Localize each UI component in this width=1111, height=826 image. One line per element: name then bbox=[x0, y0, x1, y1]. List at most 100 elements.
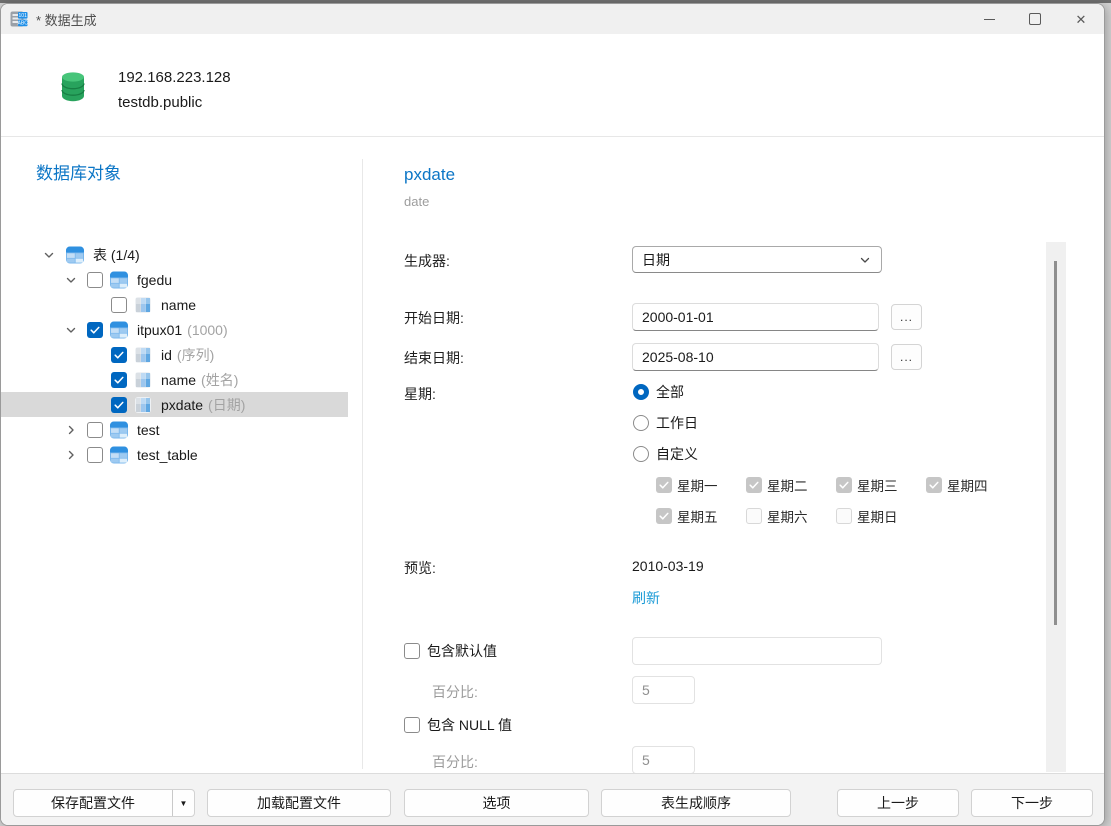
vertical-scrollbar[interactable] bbox=[1046, 242, 1066, 772]
chevron-right-icon[interactable] bbox=[63, 447, 79, 463]
checkbox bbox=[404, 717, 420, 733]
chevron-down-icon[interactable] bbox=[63, 322, 79, 338]
tree-row-tables[interactable]: 表 (1/4) bbox=[1, 242, 348, 267]
connection-host: 192.168.223.128 bbox=[118, 69, 231, 86]
footer-bar: 保存配置文件 ▼ 加载配置文件 选项 表生成顺序 上一步 下一步 bbox=[1, 773, 1104, 826]
svg-text:101: 101 bbox=[19, 13, 28, 19]
options-label: 选项 bbox=[483, 793, 511, 813]
start-date-browse-button[interactable]: ... bbox=[891, 304, 922, 330]
data-generation-app-icon: 101 ABC bbox=[10, 10, 28, 28]
checkbox[interactable] bbox=[87, 272, 103, 288]
checkbox[interactable] bbox=[87, 447, 103, 463]
minimize-button[interactable] bbox=[966, 4, 1012, 34]
close-icon: ✕ bbox=[1076, 13, 1087, 26]
next-step-label: 下一步 bbox=[1011, 793, 1053, 813]
dropdown-arrow-icon[interactable]: ▼ bbox=[173, 790, 194, 816]
next-step-button[interactable]: 下一步 bbox=[971, 789, 1093, 817]
tree-note: (序列) bbox=[177, 345, 214, 365]
refresh-link[interactable]: 刷新 bbox=[632, 588, 660, 608]
null-percent-input[interactable] bbox=[632, 746, 695, 773]
tree-row-id[interactable]: id (序列) bbox=[1, 342, 348, 367]
radio-label: 工作日 bbox=[656, 413, 698, 433]
tree-row-fgedu[interactable]: fgedu bbox=[1, 267, 348, 292]
checkbox-disabled bbox=[836, 508, 852, 524]
include-null-label: 包含 NULL 值 bbox=[427, 715, 512, 735]
tree-row-fgedu-name[interactable]: name bbox=[1, 292, 348, 317]
chevron-right-icon[interactable] bbox=[63, 422, 79, 438]
checkbox[interactable] bbox=[87, 422, 103, 438]
checkbox-checked[interactable] bbox=[111, 372, 127, 388]
tree-row-pxdate-selected[interactable]: pxdate (日期) bbox=[1, 392, 348, 417]
checkbox bbox=[404, 643, 420, 659]
weekday-label: 星期五 bbox=[677, 506, 718, 526]
table-icon bbox=[109, 445, 129, 465]
database-icon bbox=[59, 71, 87, 108]
radio-workdays[interactable]: 工作日 bbox=[633, 414, 698, 432]
tree-label: fgedu bbox=[137, 272, 172, 288]
end-date-browse-button[interactable]: ... bbox=[891, 344, 922, 370]
tree-note: (姓名) bbox=[201, 370, 238, 390]
connection-header: 192.168.223.128 testdb.public bbox=[1, 34, 1104, 137]
field-icon bbox=[133, 370, 153, 390]
ellipsis-label: ... bbox=[900, 350, 913, 364]
scrollbar-thumb[interactable] bbox=[1054, 261, 1057, 625]
generator-select[interactable]: 日期 bbox=[632, 246, 882, 273]
tree-row-name[interactable]: name (姓名) bbox=[1, 367, 348, 392]
end-date-input[interactable] bbox=[632, 343, 879, 371]
table-icon bbox=[109, 320, 129, 340]
checkbox-checked[interactable] bbox=[111, 347, 127, 363]
options-button[interactable]: 选项 bbox=[404, 789, 589, 817]
radio-all[interactable]: 全部 bbox=[633, 383, 684, 401]
weekday-sunday: 星期日 bbox=[836, 507, 898, 525]
save-config-button[interactable]: 保存配置文件 ▼ bbox=[13, 789, 195, 817]
start-date-input[interactable] bbox=[632, 303, 879, 331]
previous-step-button[interactable]: 上一步 bbox=[837, 789, 959, 817]
ellipsis-label: ... bbox=[900, 310, 913, 324]
load-config-button[interactable]: 加载配置文件 bbox=[207, 789, 391, 817]
field-title: pxdate bbox=[404, 165, 455, 185]
data-generation-dialog: 101 ABC * 数据生成 ✕ 192.168.223.128 testdb.… bbox=[0, 3, 1105, 826]
default-percent-label: 百分比: bbox=[432, 682, 478, 702]
chevron-down-icon[interactable] bbox=[41, 247, 57, 263]
default-percent-input[interactable] bbox=[632, 676, 695, 704]
radio-custom[interactable]: 自定义 bbox=[633, 445, 698, 463]
maximize-button[interactable] bbox=[1012, 4, 1058, 34]
weekday-label: 星期三 bbox=[857, 475, 898, 495]
radio-selected-icon bbox=[633, 384, 649, 400]
window-controls: ✕ bbox=[966, 4, 1104, 34]
include-default-checkbox[interactable]: 包含默认值 bbox=[404, 642, 497, 660]
checkbox-checked-disabled bbox=[656, 508, 672, 524]
default-value-input[interactable] bbox=[632, 637, 882, 665]
checkbox-checked-disabled bbox=[656, 477, 672, 493]
null-percent-label: 百分比: bbox=[432, 752, 478, 772]
table-generation-order-button[interactable]: 表生成顺序 bbox=[601, 789, 791, 817]
end-date-label: 结束日期: bbox=[404, 348, 464, 368]
include-null-checkbox[interactable]: 包含 NULL 值 bbox=[404, 716, 512, 734]
field-icon bbox=[133, 295, 153, 315]
radio-label: 自定义 bbox=[656, 444, 698, 464]
save-config-label: 保存配置文件 bbox=[14, 793, 172, 813]
checkbox-checked-disabled bbox=[926, 477, 942, 493]
tree-label: itpux01 bbox=[137, 322, 182, 338]
tree-row-test[interactable]: test bbox=[1, 417, 348, 442]
chevron-down-icon[interactable] bbox=[63, 272, 79, 288]
close-button[interactable]: ✕ bbox=[1058, 4, 1104, 34]
checkbox-checked[interactable] bbox=[87, 322, 103, 338]
checkbox[interactable] bbox=[111, 297, 127, 313]
radio-icon bbox=[633, 415, 649, 431]
weekday-saturday: 星期六 bbox=[746, 507, 808, 525]
tree-row-itpux01[interactable]: itpux01 (1000) bbox=[1, 317, 348, 342]
svg-text:ABC: ABC bbox=[18, 21, 28, 27]
tree-label: 表 (1/4) bbox=[93, 245, 140, 265]
preview-label: 预览: bbox=[404, 558, 436, 578]
tree-label: test_table bbox=[137, 447, 198, 463]
maximize-icon bbox=[1029, 13, 1041, 25]
tree-row-test-table[interactable]: test_table bbox=[1, 442, 348, 467]
checkbox-checked[interactable] bbox=[111, 397, 127, 413]
table-icon bbox=[109, 420, 129, 440]
preview-value: 2010-03-19 bbox=[632, 558, 704, 574]
weekday-label: 星期六 bbox=[767, 506, 808, 526]
title-bar[interactable]: 101 ABC * 数据生成 ✕ bbox=[1, 4, 1104, 34]
weekday-label: 星期四 bbox=[947, 475, 988, 495]
generator-selected-value: 日期 bbox=[642, 250, 670, 270]
